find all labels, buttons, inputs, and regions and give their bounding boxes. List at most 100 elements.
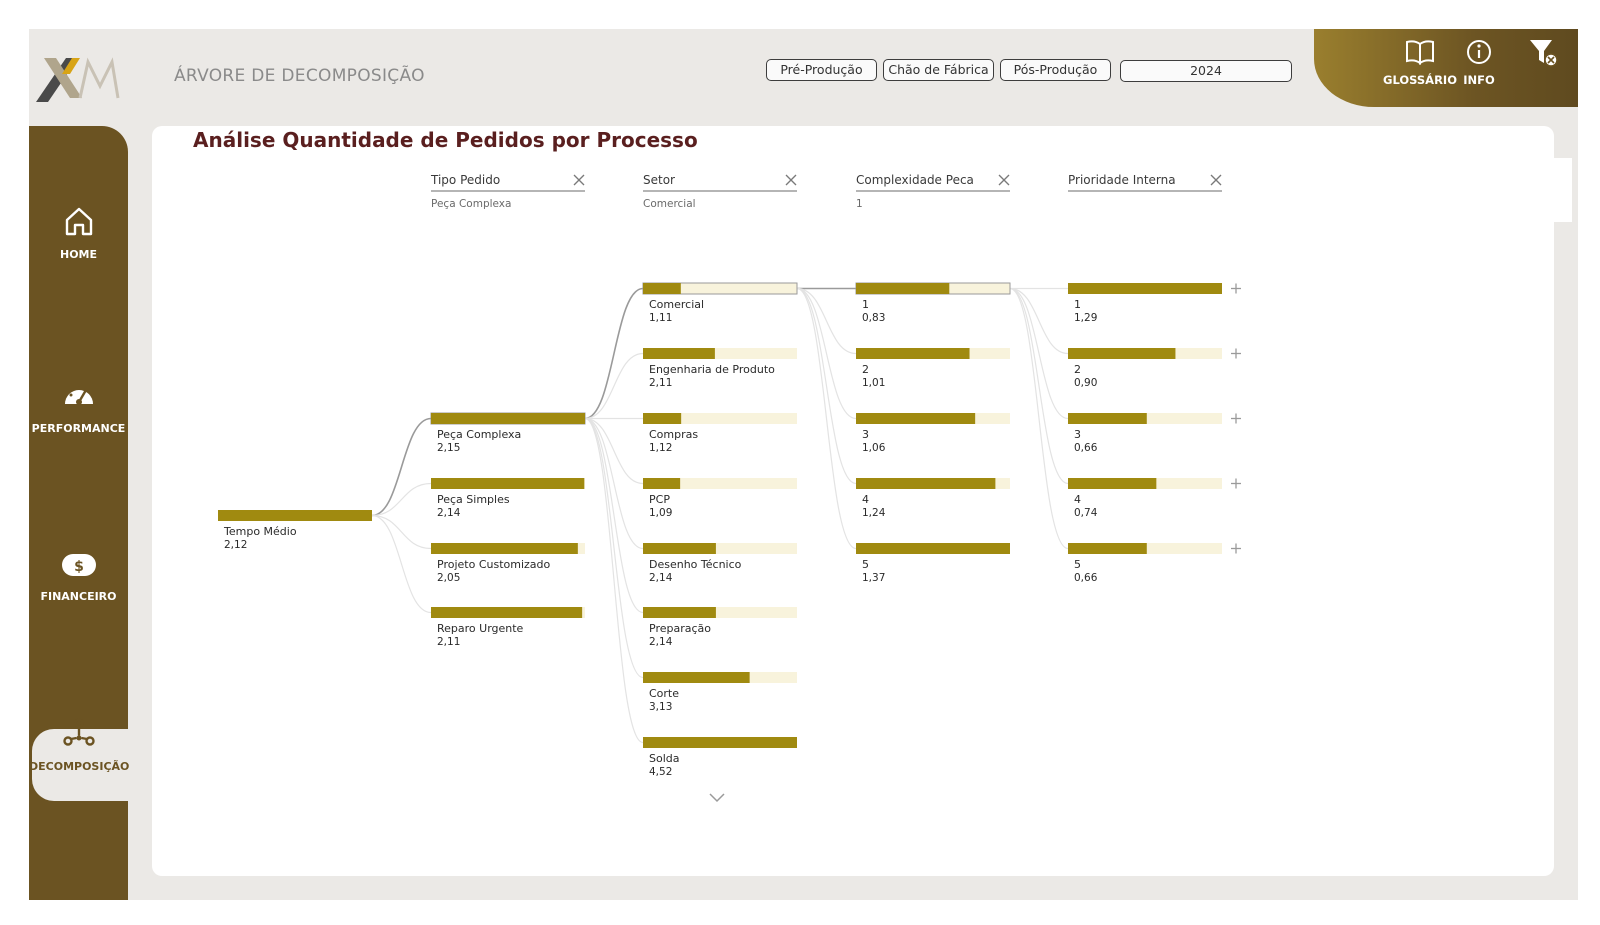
node-bar[interactable] bbox=[856, 348, 970, 359]
node-bar[interactable] bbox=[643, 348, 715, 359]
node-label: 4 bbox=[1074, 493, 1081, 506]
node-bar[interactable] bbox=[1068, 413, 1147, 424]
node-value: 2,15 bbox=[437, 442, 460, 454]
node-value: 4,52 bbox=[649, 766, 672, 778]
node-bar[interactable] bbox=[1068, 478, 1157, 489]
root-bar bbox=[218, 510, 372, 521]
home-icon bbox=[65, 207, 92, 236]
node-value: 1,29 bbox=[1074, 312, 1097, 324]
nav-financeiro[interactable]: $ FINANCEIRO bbox=[29, 550, 128, 603]
node-label: 2 bbox=[1074, 363, 1081, 376]
connector-line bbox=[371, 417, 432, 517]
node-label: 1 bbox=[862, 298, 869, 311]
nav-decomposicao[interactable]: DECOMPOSIÇÃO bbox=[29, 716, 129, 773]
year-slicer[interactable]: 2024 bbox=[1120, 60, 1292, 82]
node-label: Peça Complexa bbox=[437, 428, 521, 441]
node-bar[interactable] bbox=[643, 737, 797, 748]
node-value: 2,14 bbox=[649, 636, 673, 648]
connector-line bbox=[796, 287, 857, 485]
nav-performance[interactable]: PERFORMANCE bbox=[29, 378, 128, 435]
level-header: Complexidade Peca bbox=[856, 173, 974, 187]
node-label: Comercial bbox=[649, 298, 704, 311]
decomposition-icon bbox=[62, 718, 95, 746]
node-value: 0,66 bbox=[1074, 572, 1098, 584]
top-right-panel: GLOSSÁRIO INFO bbox=[1314, 29, 1578, 107]
connector-line bbox=[584, 417, 644, 744]
node-label: Engenharia de Produto bbox=[649, 363, 775, 376]
node-bar[interactable] bbox=[643, 478, 681, 489]
connector-line bbox=[371, 514, 432, 614]
node-label: PCP bbox=[649, 493, 670, 506]
nav-home[interactable]: HOME bbox=[29, 204, 128, 261]
node-value: 2,11 bbox=[649, 377, 672, 389]
node-bar[interactable] bbox=[856, 478, 996, 489]
node-value: 1,09 bbox=[649, 507, 672, 519]
node-label: Reparo Urgente bbox=[437, 622, 524, 635]
sidebar: HOME PERFORMANCE $ FINANCEIRO DECOMPOSIÇ bbox=[29, 126, 129, 900]
node-value: 2,05 bbox=[437, 572, 460, 584]
node-bar[interactable] bbox=[856, 413, 976, 424]
node-value: 0,90 bbox=[1074, 377, 1097, 389]
node-label: Projeto Customizado bbox=[437, 558, 551, 571]
node-bar[interactable] bbox=[1068, 348, 1176, 359]
connector-line bbox=[1009, 287, 1069, 485]
clear-filters-button[interactable] bbox=[1524, 37, 1564, 73]
node-value: 1,37 bbox=[862, 572, 885, 584]
decomposition-tree: Tempo Médio2,12 Tipo Pedido Peça Complexa P… bbox=[218, 173, 1241, 803]
connector-line bbox=[584, 417, 644, 550]
connector-line bbox=[584, 417, 644, 679]
level-selection: 1 bbox=[856, 198, 863, 210]
node-bar[interactable] bbox=[856, 543, 1010, 554]
info-button[interactable]: INFO bbox=[1454, 39, 1504, 87]
info-icon bbox=[1467, 40, 1491, 64]
node-bar[interactable] bbox=[643, 543, 716, 554]
level-header: Tipo Pedido bbox=[430, 173, 500, 187]
btn-pos-producao[interactable]: Pós-Produção bbox=[1000, 59, 1111, 81]
connector-line bbox=[371, 514, 432, 550]
node-value: 2,11 bbox=[437, 636, 460, 648]
right-edge-tab bbox=[1554, 158, 1572, 222]
node-bar[interactable] bbox=[643, 283, 681, 294]
connector-line bbox=[371, 482, 432, 517]
node-value: 1,24 bbox=[862, 507, 886, 519]
node-bar[interactable] bbox=[431, 607, 583, 618]
info-label: INFO bbox=[1463, 73, 1495, 87]
nav-performance-label: PERFORMANCE bbox=[31, 422, 126, 435]
gauge-icon bbox=[64, 386, 93, 405]
node-bar[interactable] bbox=[431, 543, 578, 554]
node-value: 2,14 bbox=[649, 572, 673, 584]
btn-pre-producao[interactable]: Pré-Produção bbox=[766, 59, 877, 81]
connector-line bbox=[1009, 287, 1069, 550]
root-label: Tempo Médio bbox=[223, 525, 297, 538]
book-icon bbox=[1406, 40, 1434, 65]
level-selection: Comercial bbox=[643, 198, 696, 210]
connector-line bbox=[584, 352, 644, 420]
node-label: Peça Simples bbox=[437, 493, 510, 506]
node-label: 4 bbox=[862, 493, 869, 506]
company-logo bbox=[36, 57, 120, 102]
chevron-down-icon[interactable] bbox=[709, 793, 725, 803]
node-bar[interactable] bbox=[1068, 283, 1222, 294]
node-label: Preparação bbox=[649, 622, 711, 635]
node-label: Desenho Técnico bbox=[649, 558, 742, 571]
node-label: Corte bbox=[649, 687, 679, 700]
node-bar[interactable] bbox=[1068, 543, 1147, 554]
filter-clear-icon bbox=[1530, 40, 1558, 67]
node-bar[interactable] bbox=[431, 478, 585, 489]
dollar-icon: $ bbox=[61, 554, 96, 576]
node-bar[interactable] bbox=[856, 283, 950, 294]
connector-line bbox=[1009, 287, 1069, 420]
connector-line bbox=[796, 287, 857, 550]
level-header: Setor bbox=[643, 173, 675, 187]
connector-line bbox=[584, 287, 644, 420]
node-label: 1 bbox=[1074, 298, 1081, 311]
node-bar[interactable] bbox=[431, 413, 585, 424]
svg-text:$: $ bbox=[74, 559, 84, 575]
node-value: 1,11 bbox=[649, 312, 672, 324]
btn-chao-de-fabrica[interactable]: Chão de Fábrica bbox=[883, 59, 994, 81]
node-label: 5 bbox=[862, 558, 869, 571]
node-bar[interactable] bbox=[643, 413, 682, 424]
node-bar[interactable] bbox=[643, 607, 716, 618]
node-bar[interactable] bbox=[643, 672, 750, 683]
glossary-button[interactable]: GLOSSÁRIO bbox=[1380, 39, 1460, 87]
